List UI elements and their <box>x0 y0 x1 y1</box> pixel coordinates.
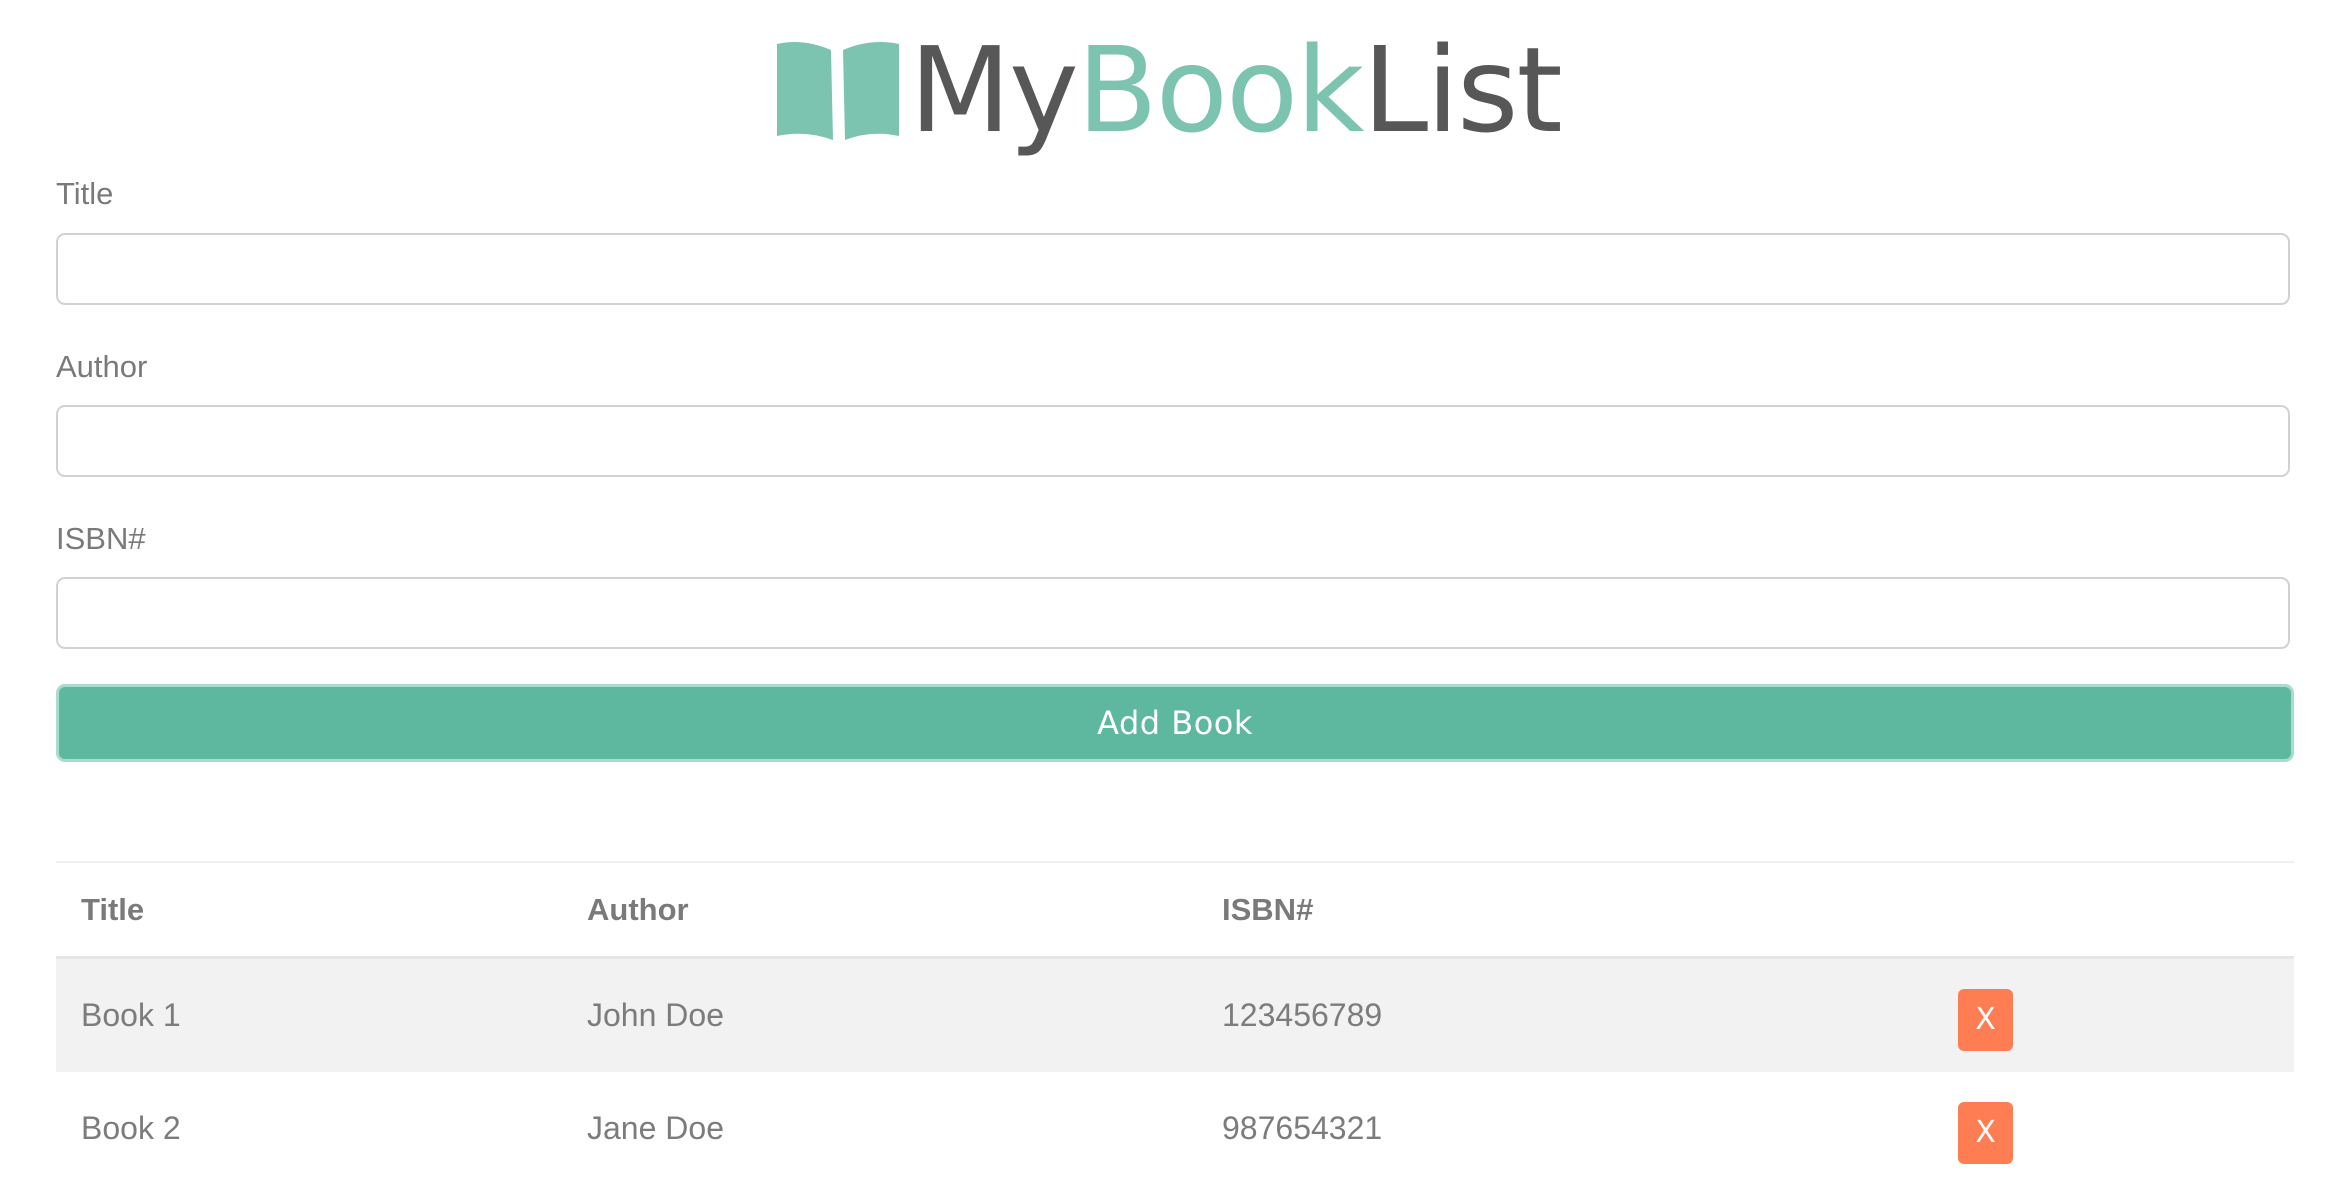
row-isbn: 123456789 <box>1222 997 1383 1033</box>
book-list-table: Title Author ISBN# Book 1 John Doe 12345… <box>56 863 2294 1185</box>
row-author: John Doe <box>587 997 724 1033</box>
open-book-icon <box>777 42 900 140</box>
isbn-input[interactable] <box>56 577 2290 649</box>
row-title: Book 1 <box>81 997 181 1033</box>
author-input[interactable] <box>56 405 2290 477</box>
row-title: Book 2 <box>81 1110 181 1146</box>
header-author: Author <box>587 891 689 927</box>
logo-title: MyBookList <box>909 31 1563 149</box>
row-isbn: 987654321 <box>1222 1110 1383 1146</box>
table-header-row: Title Author ISBN# <box>56 863 2294 959</box>
author-label: Author <box>56 349 148 384</box>
header-title: Title <box>81 891 145 927</box>
delete-book-button[interactable]: X <box>1958 1101 2013 1164</box>
row-action-cell: X <box>1958 1072 2013 1185</box>
row-action-cell: X <box>1958 959 2013 1072</box>
app-page: MyBookList Title Author ISBN# Add Book T… <box>0 0 2334 1200</box>
header-isbn: ISBN# <box>1222 891 1314 927</box>
isbn-label: ISBN# <box>56 521 146 556</box>
logo-text-list: List <box>1362 21 1563 159</box>
title-input[interactable] <box>56 233 2290 305</box>
logo: MyBookList <box>773 31 1563 149</box>
logo-text-book: Book <box>1076 21 1365 159</box>
title-label: Title <box>56 176 114 211</box>
add-book-button[interactable]: Add Book <box>56 684 2294 762</box>
app-header: MyBookList <box>0 20 2334 160</box>
row-author: Jane Doe <box>587 1110 724 1146</box>
table-row: Book 1 John Doe 123456789 X <box>56 959 2294 1072</box>
table-row: Book 2 Jane Doe 987654321 X <box>56 1072 2294 1185</box>
logo-text-my: My <box>909 21 1079 159</box>
delete-book-button[interactable]: X <box>1958 988 2013 1051</box>
